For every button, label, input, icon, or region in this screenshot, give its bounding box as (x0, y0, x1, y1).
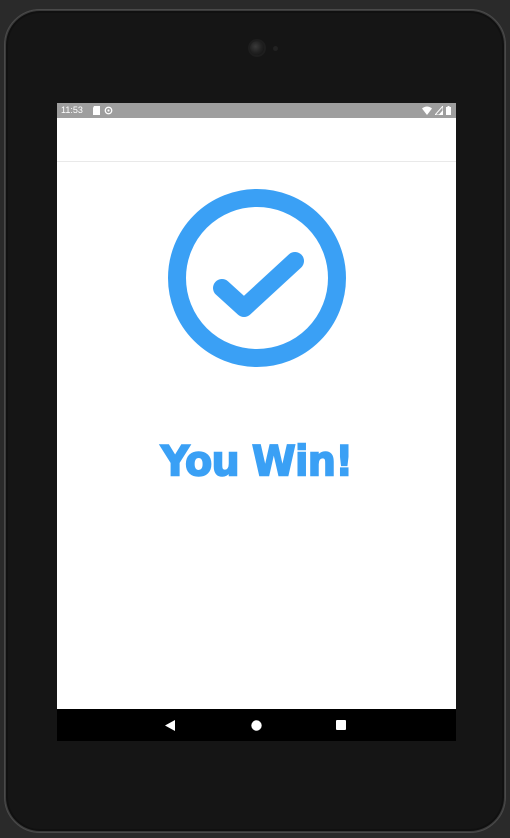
sync-icon (104, 106, 113, 115)
light-sensor (273, 46, 278, 51)
battery-icon (446, 106, 451, 115)
recents-button[interactable] (326, 709, 356, 741)
home-button[interactable] (241, 709, 271, 741)
signal-icon (435, 106, 443, 115)
win-message: You Win! (160, 437, 354, 487)
back-button[interactable] (155, 709, 185, 741)
app-bar (57, 118, 456, 162)
status-time: 11:53 (61, 105, 83, 115)
sd-card-icon (93, 106, 100, 115)
status-notification-icons (93, 106, 113, 115)
back-icon (165, 719, 175, 731)
navigation-bar (57, 709, 456, 741)
status-system-icons (422, 106, 451, 115)
status-bar: 11:53 (57, 103, 456, 118)
wifi-icon (422, 106, 432, 115)
device-screen: 11:53 You Win! (57, 103, 456, 741)
front-camera (250, 41, 264, 55)
home-icon (250, 719, 262, 731)
recents-icon (336, 720, 346, 730)
check-circle-icon (168, 189, 346, 367)
